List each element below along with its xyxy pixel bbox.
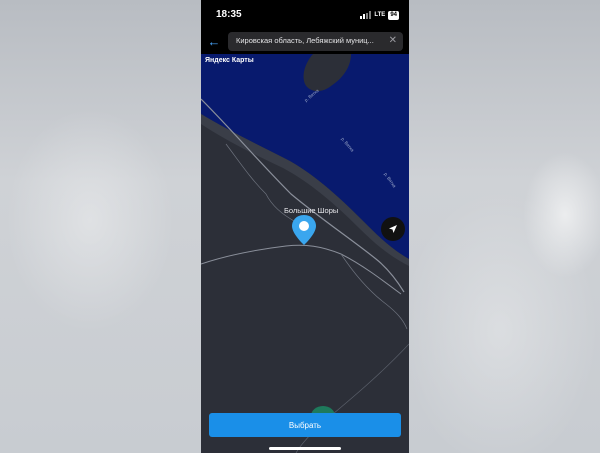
network-label: LTE	[374, 12, 386, 18]
locate-me-button[interactable]	[381, 217, 405, 241]
map-place-label: Большие Шоры	[284, 206, 339, 215]
close-icon[interactable]: ✕	[389, 35, 397, 47]
address-search-value[interactable]: Кировская область, Лебяжский муниц...	[236, 36, 381, 45]
arrow-left-icon[interactable]: ←	[207, 35, 221, 49]
address-search-field[interactable]: Кировская область, Лебяжский муниц... ✕	[228, 32, 403, 51]
search-bar: ← Кировская область, Лебяжский муниц... …	[201, 30, 409, 54]
status-indicators: LTE 94	[360, 10, 399, 20]
battery-icon: 94	[388, 10, 399, 20]
navigation-arrow-icon	[389, 225, 397, 233]
select-location-button[interactable]: Выбрать	[209, 413, 401, 437]
status-bar: 18:35 LTE 94	[201, 0, 409, 30]
map-brand-label: Яндекс Карты	[205, 57, 254, 64]
phone-screen: р. Вятка р. Вятка р. Вятка 18:35 LTE 94	[201, 0, 409, 453]
home-indicator[interactable]	[269, 447, 341, 450]
status-time: 18:35	[216, 9, 242, 20]
map-view[interactable]: р. Вятка р. Вятка р. Вятка	[201, 54, 409, 453]
signal-icon	[360, 11, 372, 19]
